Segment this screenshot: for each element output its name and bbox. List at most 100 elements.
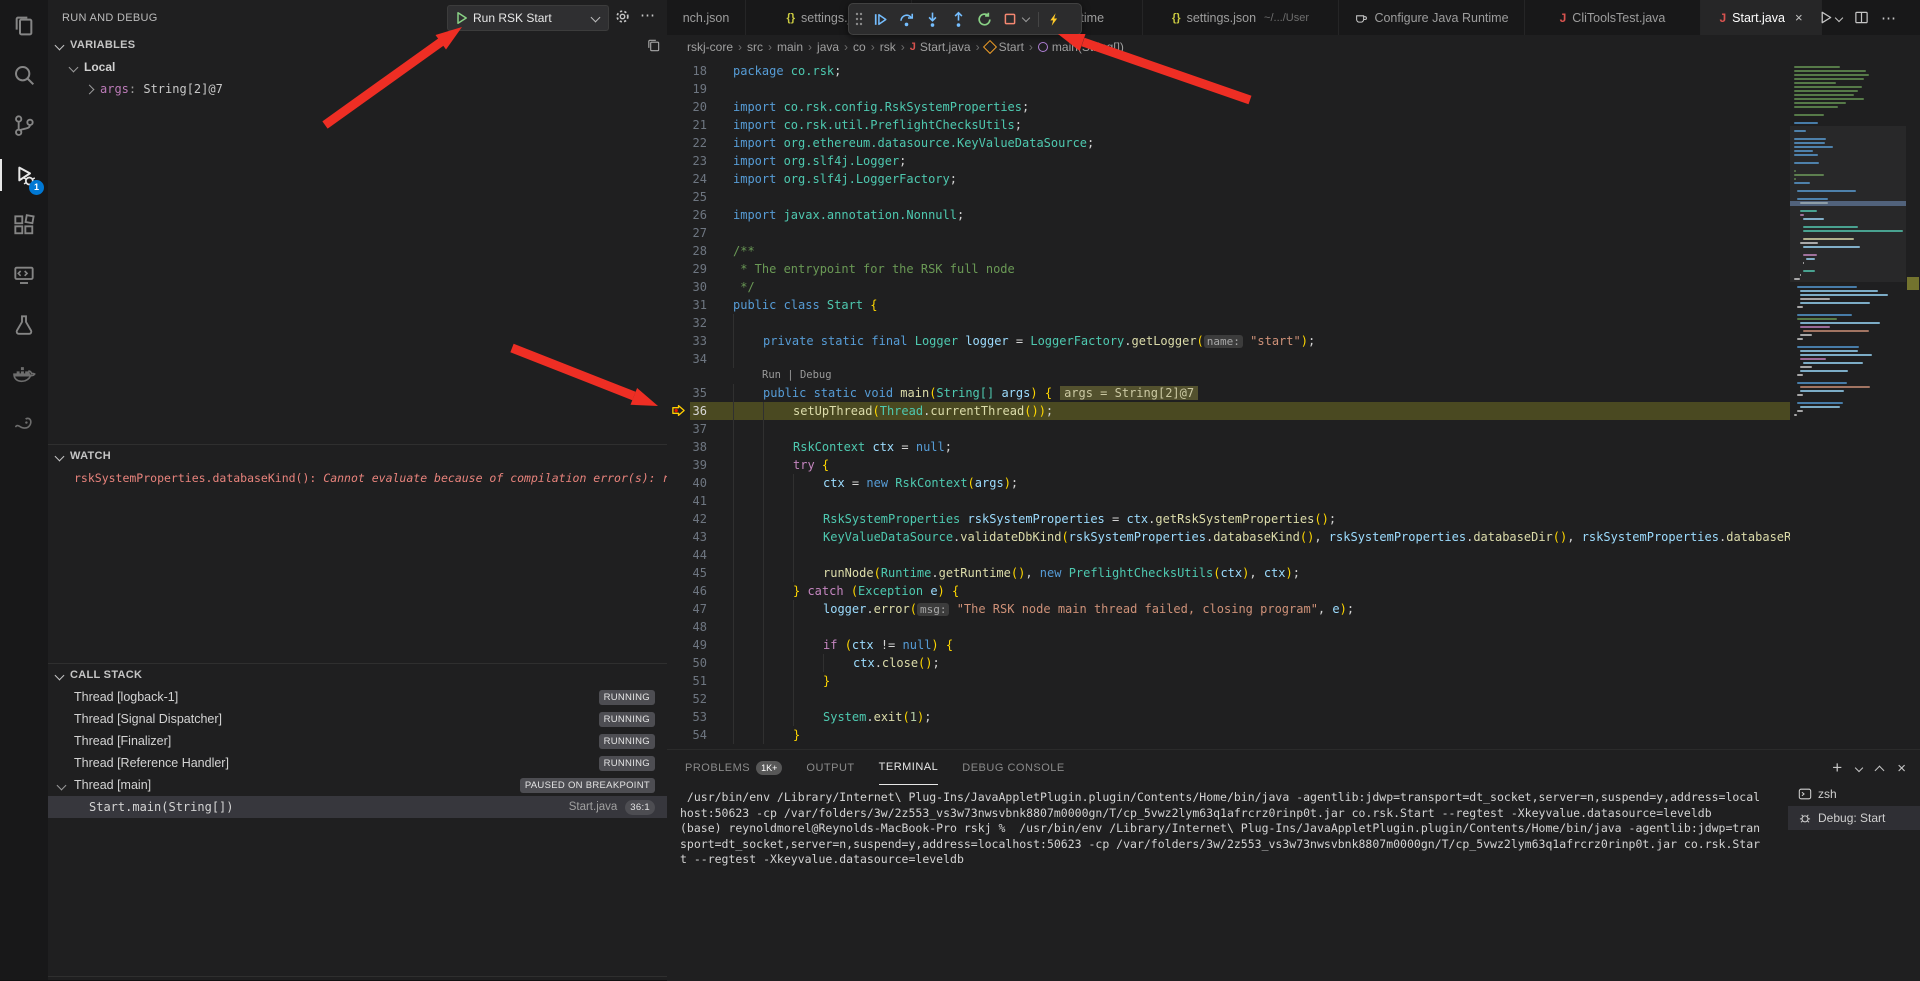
activity-gradle-icon[interactable] <box>0 400 48 450</box>
thread-row[interactable]: Thread [Reference Handler]RUNNING <box>48 752 667 774</box>
breadcrumb-item[interactable]: java <box>817 40 839 54</box>
step-out-button[interactable] <box>950 11 967 28</box>
breadcrumb-item[interactable]: co <box>853 40 866 54</box>
codelens-run-link[interactable]: Run <box>762 369 781 381</box>
panel-tab-problems[interactable]: PROBLEMS1K+ <box>685 750 782 785</box>
terminal-dropdown-chevron-icon[interactable] <box>1855 764 1863 772</box>
split-editor-icon[interactable] <box>1854 10 1869 25</box>
codelens-debug-link[interactable]: Debug <box>800 369 832 381</box>
code-token: ; <box>1015 118 1022 132</box>
tab-start-java[interactable]: JStart.java× <box>1701 0 1822 35</box>
breadcrumb-item[interactable]: JStart.java <box>910 40 971 54</box>
breadcrumb-item[interactable]: rskj-core <box>687 40 733 54</box>
activity-source-control-icon[interactable] <box>0 100 48 150</box>
breadcrumb-item[interactable]: Start <box>985 40 1024 54</box>
terminal-item-zsh[interactable]: zsh <box>1788 782 1920 806</box>
variables-scope-local[interactable]: Local <box>48 56 667 78</box>
tab-clitoolstest-java[interactable]: JCliToolsTest.java <box>1525 0 1701 35</box>
breadcrumb-item[interactable]: main <box>777 40 803 54</box>
activity-search-icon[interactable] <box>0 50 48 100</box>
code-editor[interactable]: 18package co.rsk;1920import co.rsk.confi… <box>667 58 1790 749</box>
thread-row[interactable]: Thread [Signal Dispatcher]RUNNING <box>48 708 667 730</box>
line-number: 47 <box>667 600 707 618</box>
run-config-dropdown[interactable]: Run RSK Start <box>447 5 609 31</box>
activity-testing-icon[interactable] <box>0 300 48 350</box>
breadcrumb-item[interactable]: main(String[]) <box>1038 40 1124 54</box>
call-stack-section-header[interactable]: CALL STACK <box>48 664 667 686</box>
line-number: 40 <box>667 474 707 492</box>
variable-separator: : <box>129 82 143 96</box>
terminal-item-debug-start[interactable]: Debug: Start <box>1788 806 1920 830</box>
close-icon[interactable]: × <box>1795 10 1803 25</box>
code-token: ( <box>845 638 852 652</box>
variables-section-header[interactable]: VARIABLES <box>48 34 667 56</box>
sidebar-more-actions-icon[interactable]: ⋯ <box>640 6 656 24</box>
watch-section-header[interactable]: WATCH <box>48 445 667 467</box>
editor-more-actions-icon[interactable]: ⋯ <box>1881 9 1897 27</box>
variable-row-args[interactable]: args: String[2]@7 <box>48 78 667 100</box>
code-token: new <box>866 476 888 490</box>
indent-guide <box>733 402 763 420</box>
method-symbol-icon <box>1038 42 1048 52</box>
breadcrumb-item[interactable]: rsk <box>880 40 896 54</box>
breadcrumb-separator: › <box>1029 40 1033 54</box>
panel-tab-terminal[interactable]: TERMINAL <box>879 750 939 785</box>
thread-row[interactable]: Thread [Finalizer]RUNNING <box>48 730 667 752</box>
activity-extensions-icon[interactable] <box>0 200 48 250</box>
stack-frame-row[interactable]: Start.main(String[]) Start.java 36:1 <box>48 796 667 818</box>
restart-button[interactable] <box>976 11 993 28</box>
continue-button[interactable] <box>872 11 889 28</box>
activity-explorer-icon[interactable] <box>0 0 48 50</box>
tab-label: settings.json <box>1187 11 1256 25</box>
minimap-slider[interactable] <box>1790 126 1906 282</box>
code-token: javax.annotation.Nonnull <box>784 208 957 222</box>
minimap[interactable] <box>1790 58 1906 749</box>
step-over-button[interactable] <box>898 11 915 28</box>
line-content: import org.slf4j.LoggerFactory; <box>733 170 957 188</box>
activity-docker-icon[interactable] <box>0 350 48 400</box>
breadcrumb-separator: › <box>871 40 875 54</box>
line-content: System.exit(1); <box>733 708 931 726</box>
breakpoints-section-header[interactable]: BREAKPOINTS <box>48 977 667 981</box>
panel-tab-debug-console[interactable]: DEBUG CONSOLE <box>962 750 1064 785</box>
code-token: databaseKind <box>1213 530 1300 544</box>
run-file-button[interactable] <box>1818 10 1842 25</box>
indent-guide <box>793 474 823 492</box>
activity-remote-explorer-icon[interactable] <box>0 250 48 300</box>
scrollbar-overview-ruler[interactable] <box>1906 58 1920 749</box>
variable-name: args <box>100 82 129 96</box>
code-token: Runtime <box>881 566 932 580</box>
breadcrumb-item[interactable]: src <box>747 40 763 54</box>
watch-expression-row[interactable]: rskSystemProperties.databaseKind(): Cann… <box>48 467 667 489</box>
code-token: null <box>903 638 932 652</box>
hot-code-replace-bolt-icon[interactable] <box>1038 12 1061 27</box>
code-token: ( <box>903 710 910 724</box>
indent-guide <box>733 564 763 582</box>
thread-row[interactable]: Thread [logback-1]RUNNING <box>48 686 667 708</box>
thread-row[interactable]: Thread [main]PAUSED ON BREAKPOINT <box>48 774 667 796</box>
code-token: ( <box>874 566 881 580</box>
tab-settings-json[interactable]: {}settings.json~/.../User <box>1143 0 1339 35</box>
tab-configure-java-runtime[interactable]: Configure Java Runtime <box>1339 0 1525 35</box>
line-number: 34 <box>667 350 707 368</box>
code-line-43: 43KeyValueDataSource.validateDbKind(rskS… <box>667 528 1790 546</box>
code-line-30: 30 */ <box>667 278 1790 296</box>
line-content: } <box>733 726 800 744</box>
tab-nch-json[interactable]: nch.json <box>667 0 746 35</box>
line-number: 27 <box>667 224 707 242</box>
stop-dropdown-chevron-icon[interactable] <box>1022 14 1030 22</box>
new-terminal-icon[interactable]: + <box>1832 758 1842 778</box>
activity-run-and-debug-icon[interactable]: 1 <box>0 150 48 200</box>
step-into-button[interactable] <box>924 11 941 28</box>
indent-guide <box>763 618 793 636</box>
code-line-22: 22import org.ethereum.datasource.KeyValu… <box>667 134 1790 152</box>
panel-tab-output[interactable]: OUTPUT <box>806 750 854 785</box>
testing-icon <box>12 313 36 337</box>
debug-settings-gear-icon[interactable] <box>614 8 631 25</box>
close-panel-icon[interactable]: × <box>1897 760 1906 777</box>
maximize-panel-icon[interactable] <box>1875 765 1885 775</box>
indent-guide <box>733 600 763 618</box>
stop-button[interactable] <box>1002 11 1018 27</box>
panel-tab-label: TERMINAL <box>879 761 939 773</box>
toolbar-drag-handle[interactable] <box>855 12 863 26</box>
